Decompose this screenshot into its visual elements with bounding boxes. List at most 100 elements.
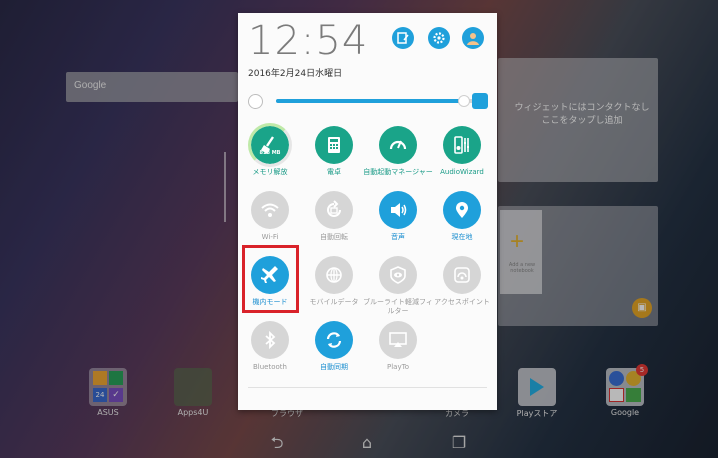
airplane-highlight-box: [242, 245, 299, 313]
recents-icon[interactable]: ❐: [448, 432, 470, 454]
autosync-toggle[interactable]: [315, 321, 353, 359]
tile-label: Bluetooth: [253, 363, 287, 371]
clock: 12:54: [248, 18, 369, 64]
dock-label-google: Google: [610, 408, 640, 417]
tile-label: 電卓: [327, 168, 341, 176]
dock-label-asus: ASUS: [97, 408, 119, 417]
plus-icon: +: [510, 228, 525, 255]
sync-icon: [326, 332, 342, 348]
autostart-gauge-icon: [389, 140, 407, 150]
bluetooth-toggle[interactable]: [251, 321, 289, 359]
hotspot-toggle[interactable]: [443, 256, 481, 294]
gallery-icon: [93, 371, 107, 385]
user-button[interactable]: [462, 27, 484, 49]
tile-label: 自動回転: [320, 233, 348, 241]
note-add-card[interactable]: + Add a new notebook: [500, 210, 542, 294]
hotspot-icon: [454, 267, 470, 283]
tile-label: 現在地: [451, 233, 473, 241]
chrome-icon: [626, 371, 641, 386]
tile-wifi[interactable]: Wi-Fi: [240, 189, 304, 253]
tile-playto[interactable]: PlayTo: [368, 319, 432, 383]
sound-toggle[interactable]: [379, 191, 417, 229]
tile-bluelight[interactable]: ブルーライト軽減フィルター: [363, 254, 433, 318]
eye-filter-icon: [390, 266, 406, 284]
panel-divider: [248, 387, 487, 388]
wifi-toggle[interactable]: [251, 191, 289, 229]
location-toggle[interactable]: [443, 191, 481, 229]
calculator-icon: [328, 137, 340, 153]
mobile-data-icon: [326, 267, 342, 283]
memory-amount: 818 MB: [259, 150, 281, 156]
brightness-row: [248, 93, 488, 109]
date: 2016年2月24日水曜日: [248, 69, 343, 79]
calendar-icon: 24: [93, 388, 107, 402]
brightness-low-icon: [248, 94, 263, 109]
settings-button[interactable]: [428, 27, 450, 49]
check-icon: ✓: [109, 388, 123, 402]
tile-calculator[interactable]: 電卓: [304, 124, 368, 188]
contact-widget[interactable]: ウィジェットにはコンタクトなし ここをタップし追加: [498, 58, 658, 182]
tile-sound[interactable]: 音声: [368, 189, 432, 253]
tile-label: PlayTo: [387, 363, 409, 371]
note-app-icon[interactable]: ▣: [632, 298, 652, 318]
cast-icon: [389, 332, 407, 347]
contact-widget-text: ウィジェットにはコンタクトなし ここをタップし追加: [514, 103, 650, 126]
navigation-bar: ⮌ ⌂ ❐: [0, 428, 718, 458]
speaker-icon: [391, 203, 407, 217]
brightness-thumb[interactable]: [458, 95, 471, 107]
tile-bluetooth[interactable]: Bluetooth: [240, 319, 304, 383]
note-widget[interactable]: + Add a new notebook ▣: [498, 206, 658, 326]
auto-brightness-icon[interactable]: [472, 93, 488, 109]
audiowizard-toggle[interactable]: [443, 126, 481, 164]
back-icon[interactable]: ⮌: [266, 432, 288, 454]
gear-icon: [433, 32, 445, 44]
user-icon: [467, 33, 479, 45]
tile-memory[interactable]: 818 MB メモリ解放: [240, 123, 304, 188]
notification-badge: 5: [636, 364, 648, 376]
tile-label: アクセスポイント: [434, 298, 490, 306]
tile-label: ブルーライト軽減フィルター: [363, 298, 433, 315]
dock-folder-asus[interactable]: 24 ✓: [89, 368, 127, 406]
note-add-text: Add a new notebook: [508, 262, 536, 274]
calculator-toggle[interactable]: [315, 126, 353, 164]
edit-icon: [397, 32, 409, 44]
bluelight-toggle[interactable]: [379, 256, 417, 294]
tile-label: Wi-Fi: [261, 233, 279, 241]
play-store-icon[interactable]: [518, 368, 556, 406]
autostart-toggle[interactable]: [379, 126, 417, 164]
google-g-icon: [609, 371, 624, 386]
tile-label: 自動起動マネージャー: [363, 168, 433, 176]
tile-label: モバイルデータ: [309, 298, 359, 306]
tile-autosync[interactable]: 自動同期: [304, 319, 368, 383]
gmail-icon: [609, 388, 624, 402]
edit-tiles-button[interactable]: [392, 27, 414, 49]
maps-icon: [626, 388, 641, 402]
autorotate-toggle[interactable]: [315, 191, 353, 229]
dock-label-apps4u: Apps4U: [177, 408, 209, 417]
quick-settings-panel: 12:54 2016年2月24日水曜日 818 MB メモリ解放 電卓 自動起動…: [238, 13, 497, 410]
tile-autorotate[interactable]: 自動回転: [304, 189, 368, 253]
brightness-slider[interactable]: [276, 95, 474, 107]
google-search-bar[interactable]: Google: [66, 72, 238, 102]
wifi-icon: [261, 203, 279, 217]
tile-hotspot[interactable]: アクセスポイント: [432, 254, 496, 318]
google-bar-label: Google: [74, 80, 107, 91]
google-folder-icon[interactable]: 5: [606, 364, 648, 406]
swipe-hint-line: [224, 152, 226, 222]
location-pin-icon: [456, 202, 468, 218]
mobiledata-toggle[interactable]: [315, 256, 353, 294]
memory-toggle[interactable]: 818 MB: [248, 123, 292, 167]
bluetooth-icon: [265, 330, 276, 350]
rotate-icon: [327, 200, 341, 217]
brightness-fill: [276, 99, 465, 103]
tile-label: メモリ解放: [252, 168, 288, 176]
tile-label: 音声: [391, 233, 405, 241]
tile-autostart[interactable]: 自動起動マネージャー: [363, 124, 433, 188]
dock-folder-apps4u[interactable]: [174, 368, 212, 406]
home-icon[interactable]: ⌂: [356, 432, 378, 454]
tile-mobiledata[interactable]: モバイルデータ: [304, 254, 368, 318]
playto-toggle[interactable]: [379, 321, 417, 359]
tile-audiowizard[interactable]: AudioWizard: [432, 124, 496, 188]
tile-label: AudioWizard: [440, 168, 484, 176]
tile-location[interactable]: 現在地: [432, 189, 496, 253]
